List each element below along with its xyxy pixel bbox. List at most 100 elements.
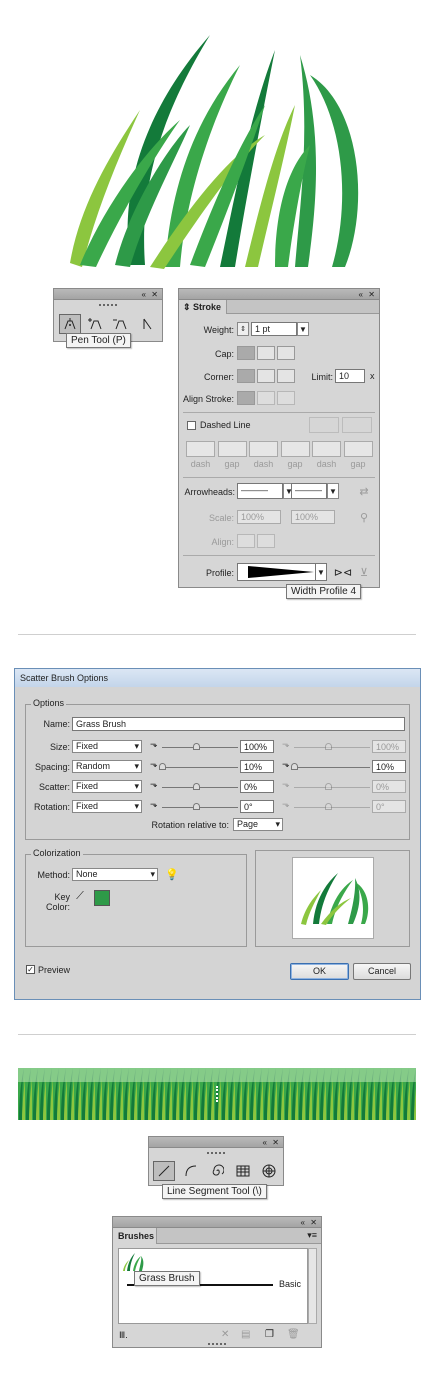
panel-menu-icon[interactable]: ▾≡ (307, 1230, 317, 1241)
align-dash-button[interactable] (342, 417, 372, 433)
pen-tool-icon[interactable] (59, 314, 81, 334)
link-scale-icon[interactable]: ⚲ (357, 510, 371, 524)
size-max-input[interactable]: 100% (372, 740, 406, 753)
polar-grid-tool-icon[interactable] (258, 1161, 280, 1181)
rectangular-grid-tool-icon[interactable] (232, 1161, 254, 1181)
spacing-min-input[interactable]: 10% (240, 760, 274, 773)
size-max-slider[interactable] (294, 743, 370, 750)
brushes-tab[interactable]: Brushes (113, 1228, 157, 1244)
brush-name-input[interactable]: Grass Brush (72, 717, 405, 731)
stroke-panel-titlebar[interactable]: « ✕ (179, 289, 379, 300)
delete-brush-icon[interactable]: 🗑 (287, 1329, 300, 1340)
tips-lightbulb-icon[interactable]: 💡 (165, 868, 179, 881)
preview-checkbox[interactable]: ✓ (26, 965, 35, 974)
grip-icon[interactable] (208, 1343, 226, 1347)
bevel-join-button[interactable] (277, 369, 295, 383)
align-outside-button[interactable] (277, 391, 295, 405)
scatter-mode-select[interactable]: Fixed (72, 780, 142, 793)
rotation-min-slider[interactable] (162, 803, 238, 810)
slider-thumb[interactable] (291, 763, 298, 770)
spacing-max-input[interactable]: 10% (372, 760, 406, 773)
arrow-tip-beyond-button[interactable] (237, 534, 255, 548)
scatter-max-slider[interactable] (294, 783, 370, 790)
size-mode-select[interactable]: Fixed (72, 740, 142, 753)
key-color-swatch[interactable] (94, 890, 110, 906)
close-icon[interactable]: ✕ (272, 1137, 279, 1148)
end-arrowhead-dropdown[interactable]: ▼ (327, 483, 339, 499)
ok-button[interactable]: OK (290, 963, 349, 980)
line-segment-tool-icon[interactable] (153, 1161, 175, 1181)
gap-input[interactable] (343, 441, 373, 457)
collapse-icon[interactable]: « (301, 1217, 305, 1228)
gap-input[interactable] (280, 441, 310, 457)
round-cap-button[interactable] (257, 346, 275, 360)
arrow-tip-end-button[interactable] (257, 534, 275, 548)
swap-arrowheads-icon[interactable]: ⇄ (357, 484, 371, 498)
scrollbar[interactable] (308, 1248, 317, 1324)
rotation-max-slider[interactable] (294, 803, 370, 810)
align-center-button[interactable] (237, 391, 255, 405)
gap-input[interactable] (217, 441, 247, 457)
dash-input[interactable] (186, 441, 215, 457)
dashed-line-checkbox[interactable] (187, 421, 196, 430)
weight-dropdown[interactable]: ▼ (297, 322, 309, 336)
limit-input[interactable]: 10 (335, 369, 365, 383)
collapse-icon[interactable]: « (142, 289, 146, 300)
remove-brush-stroke-icon[interactable]: ✕ (221, 1329, 229, 1340)
grip-icon[interactable] (99, 304, 117, 308)
cancel-button[interactable]: Cancel (353, 963, 411, 980)
dash-input[interactable] (312, 441, 341, 457)
spacing-max-slider[interactable] (291, 763, 370, 770)
start-arrowhead-select[interactable]: ——— (237, 483, 283, 499)
projecting-cap-button[interactable] (277, 346, 295, 360)
eyedropper-icon[interactable]: ⟋ (74, 890, 86, 903)
brushes-panel-titlebar[interactable]: « ✕ (113, 1217, 321, 1228)
profile-dropdown[interactable]: ▼ (315, 563, 327, 581)
weight-stepper[interactable]: ⇕ (237, 322, 249, 336)
rotation-relative-select[interactable]: Page (233, 818, 283, 831)
slider-thumb[interactable] (193, 803, 201, 810)
slider-thumb[interactable] (325, 803, 333, 810)
slider-thumb[interactable] (193, 783, 201, 790)
convert-anchor-point-icon[interactable] (136, 314, 158, 334)
butt-cap-button[interactable] (237, 346, 255, 360)
grip-icon[interactable] (207, 1152, 225, 1156)
align-inside-button[interactable] (257, 391, 275, 405)
flip-across-icon[interactable]: ⊻ (357, 565, 371, 579)
brush-options-icon[interactable]: ▤ (241, 1329, 250, 1340)
end-arrowhead-select[interactable]: ——— (291, 483, 327, 499)
flyout-titlebar[interactable]: « ✕ (54, 289, 162, 300)
scatter-min-input[interactable]: 0% (240, 780, 274, 793)
arc-tool-icon[interactable] (180, 1161, 202, 1181)
spacing-min-slider[interactable] (159, 763, 238, 770)
slider-thumb[interactable] (159, 763, 166, 770)
size-min-slider[interactable] (162, 743, 238, 750)
scatter-max-input[interactable]: 0% (372, 780, 406, 793)
collapse-icon[interactable]: « (359, 289, 363, 300)
weight-input[interactable]: 1 pt (251, 322, 297, 336)
spiral-tool-icon[interactable] (206, 1161, 228, 1181)
close-icon[interactable]: ✕ (310, 1217, 317, 1228)
delete-anchor-point-icon[interactable] (109, 314, 131, 334)
stroke-tab[interactable]: ⇕ Stroke (179, 300, 227, 314)
slider-thumb[interactable] (325, 783, 333, 790)
new-brush-icon[interactable]: ❐ (265, 1329, 274, 1340)
slider-thumb[interactable] (193, 743, 201, 750)
grass-brush-thumbnail[interactable] (121, 1251, 145, 1271)
dash-input[interactable] (249, 441, 278, 457)
path-anchor[interactable] (216, 1086, 219, 1102)
end-scale-input[interactable]: 100% (291, 510, 335, 524)
rotation-min-input[interactable]: 0° (240, 800, 274, 813)
scatter-min-slider[interactable] (162, 783, 238, 790)
profile-select[interactable] (237, 563, 327, 581)
brush-libraries-icon[interactable]: Ⅲ. (119, 1330, 128, 1341)
flip-along-icon[interactable]: ⊳⊲ (334, 565, 352, 579)
flyout-titlebar[interactable]: « ✕ (149, 1137, 283, 1148)
spacing-mode-select[interactable]: Random (72, 760, 142, 773)
round-join-button[interactable] (257, 369, 275, 383)
size-min-input[interactable]: 100% (240, 740, 274, 753)
method-select[interactable]: None (72, 868, 158, 881)
start-scale-input[interactable]: 100% (237, 510, 281, 524)
miter-join-button[interactable] (237, 369, 255, 383)
slider-thumb[interactable] (325, 743, 333, 750)
